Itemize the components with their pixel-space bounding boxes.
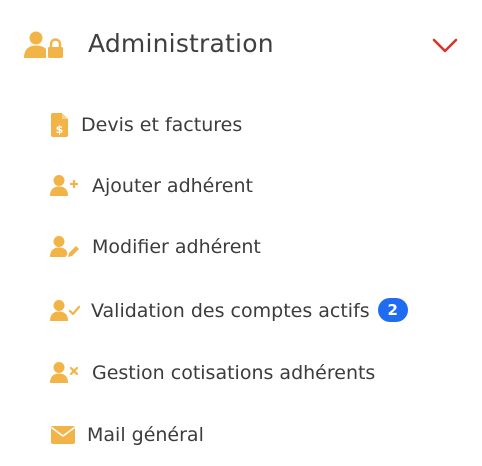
envelope-icon [51,426,75,444]
administration-section-header[interactable]: Administration [0,0,482,90]
user-lock-icon [24,31,63,58]
user-times-icon [50,362,79,383]
section-title: Administration [88,29,274,58]
menu-item-label: Gestion cotisations adhérents [92,362,376,384]
menu-item-validation-comptes[interactable]: Validation des comptes actifs 2 [0,288,482,334]
menu-item-label: Mail général [87,424,204,446]
menu-item-label: Modifier adhérent [92,236,261,258]
menu-item-ajouter-adherent[interactable]: Ajouter adhérent [0,163,482,209]
menu-item-label: Ajouter adhérent [92,175,253,197]
menu-item-label-text: Validation des comptes actifs [91,300,370,322]
svg-text:$: $ [56,123,64,136]
admin-menu: Administration $ Devis et factures Ajout… [0,0,482,466]
user-plus-icon [50,175,78,196]
invoice-dollar-icon: $ [51,113,68,137]
user-check-icon [50,300,80,321]
user-edit-icon [50,236,79,257]
chevron-down-icon[interactable] [432,36,458,54]
menu-item-label: Devis et factures [81,114,243,136]
menu-item-gestion-cotisations[interactable]: Gestion cotisations adhérents [0,350,482,396]
menu-item-mail-general[interactable]: Mail général [0,412,482,458]
menu-item-devis-factures[interactable]: $ Devis et factures [0,102,482,148]
menu-item-modifier-adherent[interactable]: Modifier adhérent [0,224,482,270]
menu-item-label: Validation des comptes actifs 2 [91,298,408,324]
notification-badge: 2 [377,298,408,322]
